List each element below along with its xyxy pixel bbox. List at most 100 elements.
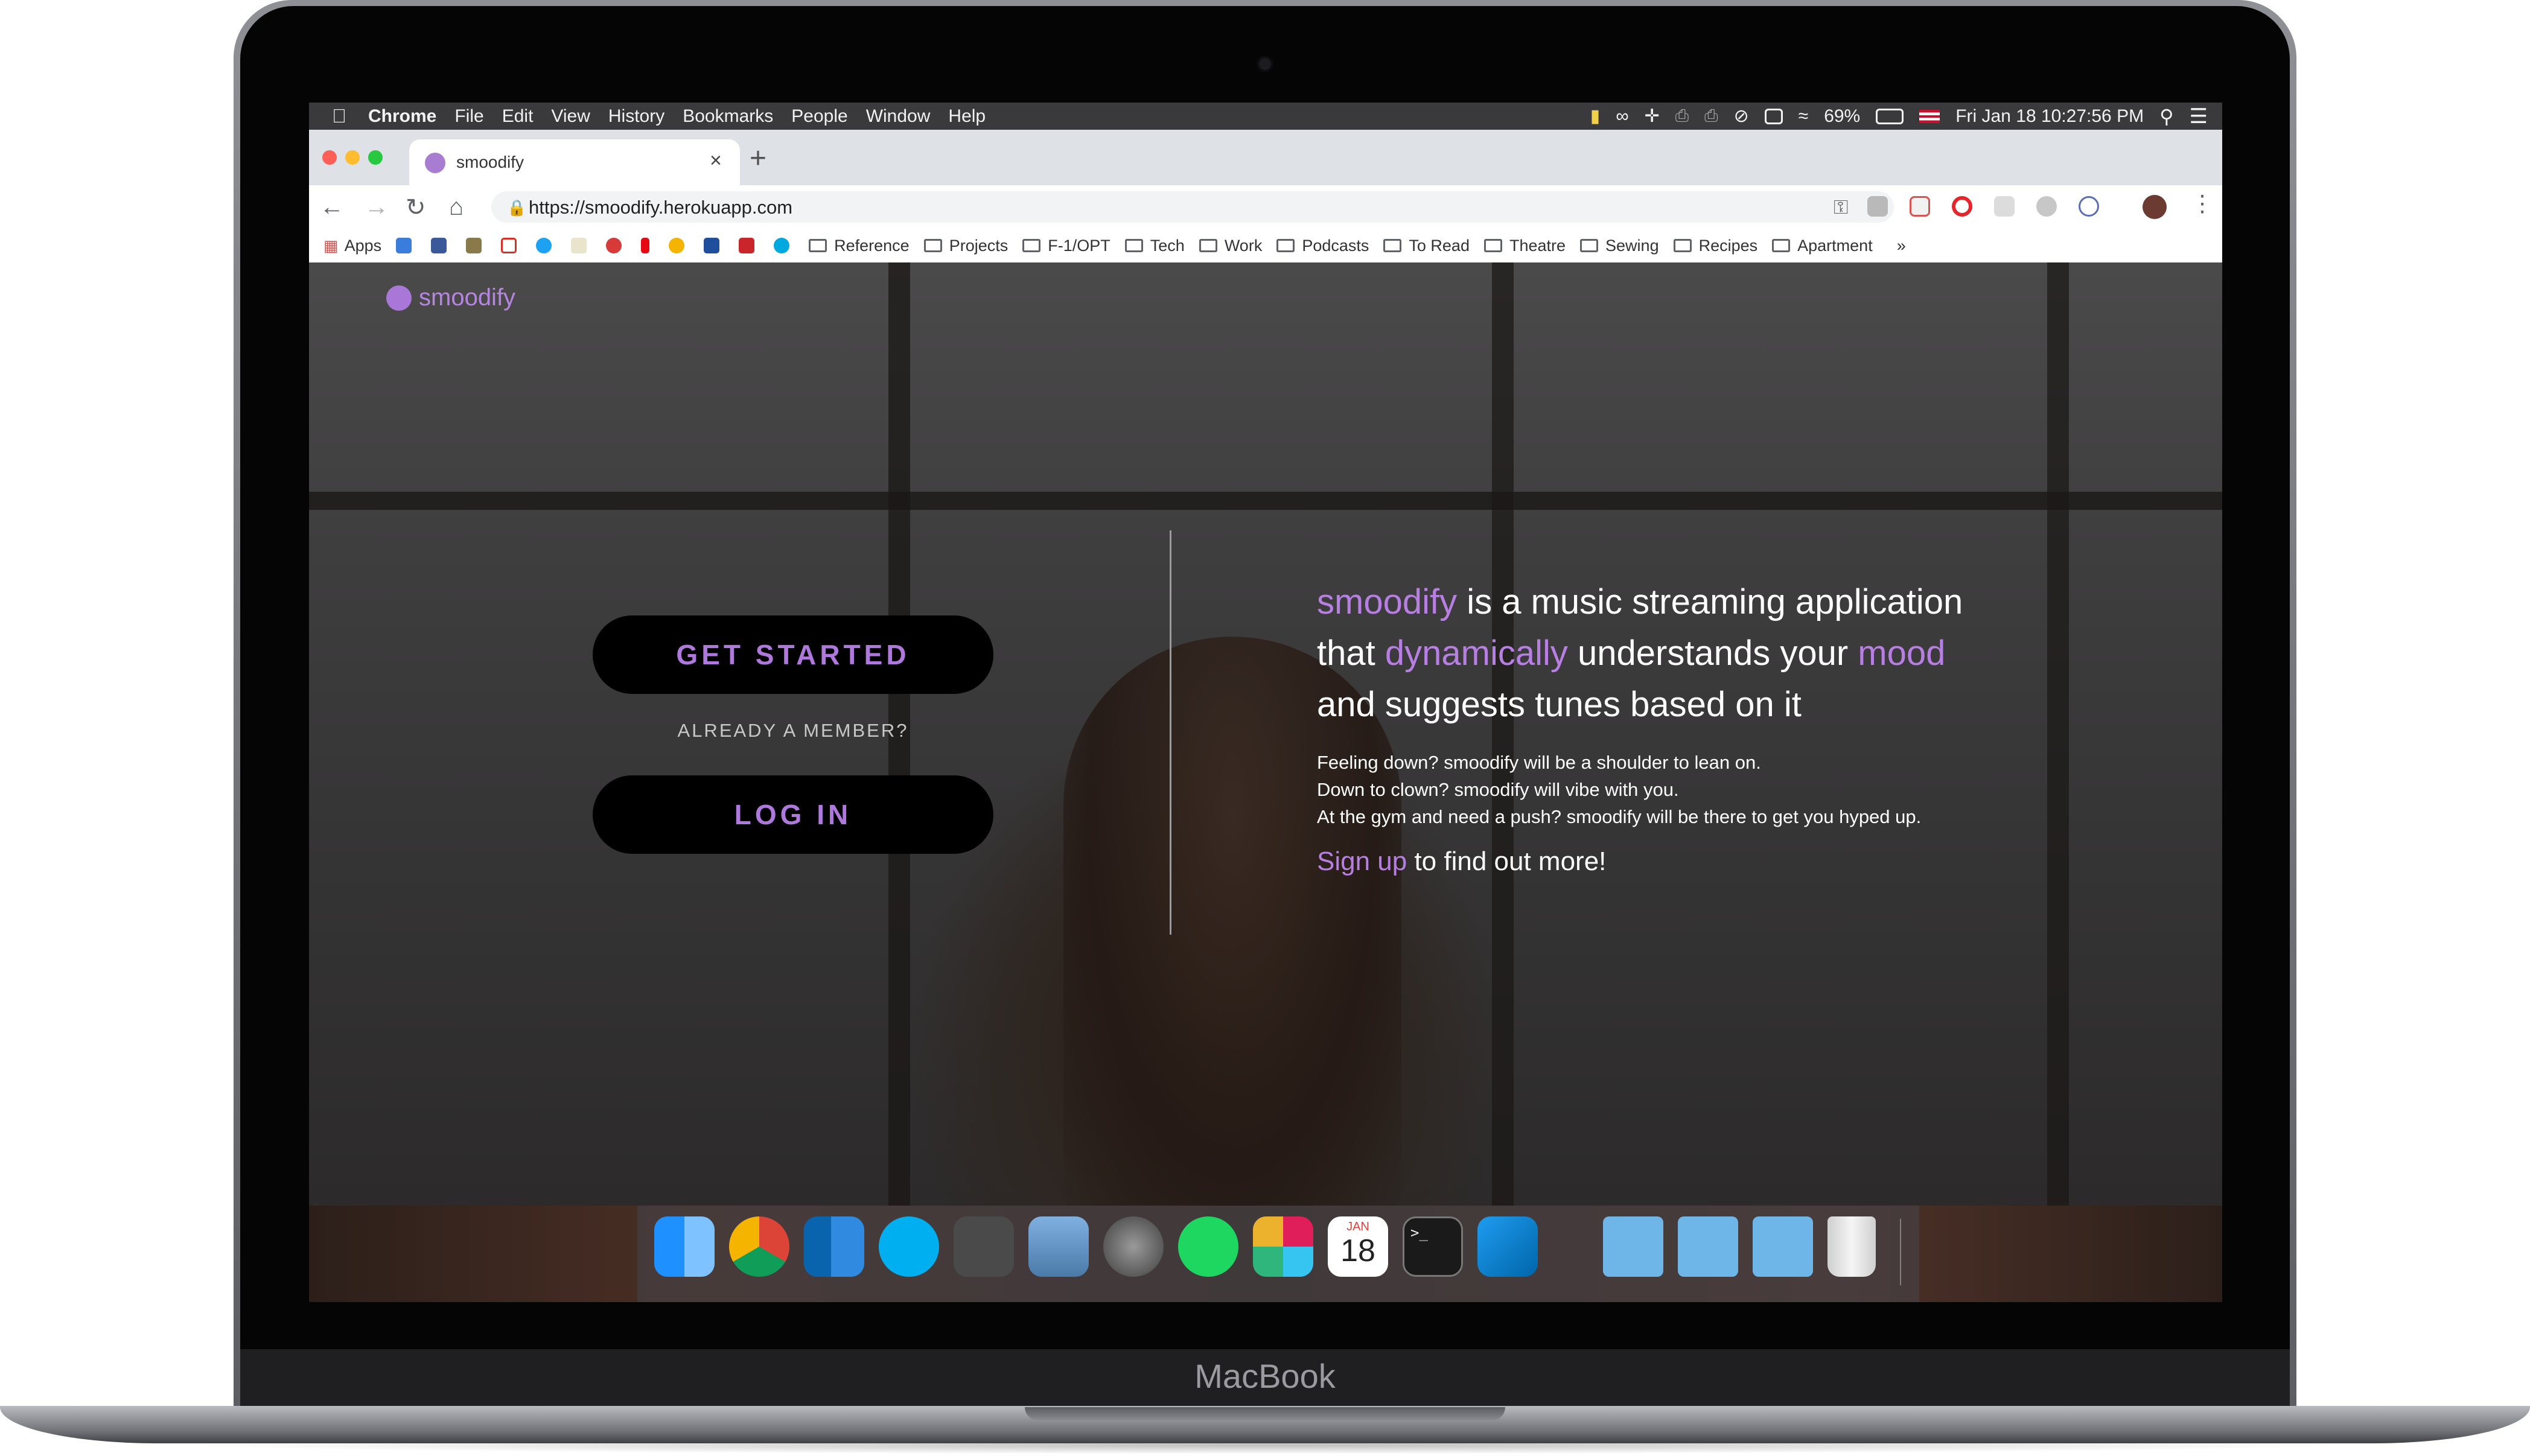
- menu-chrome[interactable]: Chrome: [368, 106, 436, 127]
- menu-kebab-icon[interactable]: ⋮: [2191, 190, 2214, 217]
- extension-icon[interactable]: [2036, 196, 2057, 217]
- opera-icon[interactable]: [1952, 196, 1972, 217]
- vertical-divider: [1170, 530, 1171, 935]
- flag-icon[interactable]: [1919, 109, 1940, 123]
- tab-title: smoodify: [456, 153, 524, 171]
- smoodify-logo-icon[interactable]: [386, 285, 412, 311]
- gmail-icon: [501, 238, 517, 253]
- bookmark-folder-recipes[interactable]: Recipes: [1673, 237, 1757, 255]
- bookmarks-overflow-button[interactable]: »: [1897, 237, 1906, 255]
- search-icon[interactable]: ⚲: [2159, 105, 2173, 128]
- vscode-icon[interactable]: [1477, 1216, 1538, 1277]
- bookmark-download[interactable]: [396, 238, 416, 253]
- applications-folder-icon[interactable]: [1603, 1216, 1663, 1277]
- menu-edit[interactable]: Edit: [502, 106, 534, 127]
- slack-icon[interactable]: [1253, 1216, 1313, 1277]
- menu-window[interactable]: Window: [866, 106, 931, 127]
- airplay-icon[interactable]: [1764, 108, 1783, 124]
- notification-center-icon[interactable]: ☰: [2190, 104, 2208, 129]
- zoom-window-button[interactable]: [368, 150, 383, 165]
- bookmark-folder-podcasts[interactable]: Podcasts: [1276, 237, 1369, 255]
- bookmark-folder-projects[interactable]: Projects: [923, 237, 1008, 255]
- close-window-button[interactable]: [322, 150, 337, 165]
- bookmark-gmail[interactable]: [501, 238, 521, 253]
- menu-view[interactable]: View: [551, 106, 590, 127]
- menu-file[interactable]: File: [454, 106, 483, 127]
- get-started-button[interactable]: GET STARTED: [593, 615, 993, 694]
- extension-icon[interactable]: [1867, 196, 1888, 217]
- trash-icon[interactable]: [1827, 1216, 1876, 1277]
- menu-bar:  Chrome File Edit View History Bookmark…: [309, 103, 2222, 130]
- bookmark-netflix[interactable]: [641, 238, 654, 253]
- extension-icon[interactable]: [1994, 196, 2015, 217]
- shield-icon[interactable]: ▮: [1590, 106, 1601, 127]
- finder-icon[interactable]: [654, 1216, 715, 1277]
- menu-history[interactable]: History: [608, 106, 664, 127]
- bookmark-apps[interactable]: ▦ Apps: [323, 237, 381, 255]
- clock[interactable]: Fri Jan 18 10:27:56 PM: [1955, 106, 2144, 127]
- address-bar[interactable]: 🔒 https://smoodify.herokuapp.com ⚿ ☆: [491, 191, 1894, 223]
- lock-icon[interactable]: 🔒: [507, 199, 526, 217]
- sign-up-link[interactable]: Sign up: [1317, 847, 1407, 876]
- printer-icon[interactable]: ⎙: [1704, 106, 1718, 126]
- bookmark-folder-sewing[interactable]: Sewing: [1580, 237, 1659, 255]
- wifi-icon[interactable]: ≈: [1799, 106, 1808, 127]
- documents-folder-icon[interactable]: [1678, 1216, 1738, 1277]
- back-icon[interactable]: ←: [320, 194, 344, 221]
- bookmark-shield[interactable]: [466, 238, 486, 253]
- battery-icon[interactable]: [1876, 108, 1904, 124]
- tab-smoodify[interactable]: smoodify ×: [409, 139, 740, 185]
- bookmark-folder-f1-opt[interactable]: F-1/OPT: [1022, 237, 1110, 255]
- reload-icon[interactable]: ↻: [406, 194, 426, 221]
- bookmark-att[interactable]: [774, 238, 794, 253]
- do-not-disturb-icon[interactable]: ⊘: [1734, 106, 1749, 127]
- logo-text[interactable]: smoodify: [419, 284, 515, 311]
- terminal-icon[interactable]: >_: [1403, 1216, 1463, 1277]
- bookmark-folder-apartment[interactable]: Apartment: [1772, 237, 1873, 255]
- bookmark-folder-theatre[interactable]: Theatre: [1483, 237, 1566, 255]
- close-icon[interactable]: ×: [710, 149, 722, 173]
- menu-people[interactable]: People: [791, 106, 847, 127]
- calendar-icon[interactable]: JAN 18: [1328, 1216, 1388, 1277]
- creative-cloud-icon[interactable]: ∞: [1616, 106, 1628, 127]
- log-in-button[interactable]: LOG IN: [593, 775, 993, 854]
- bookmark-kanopy[interactable]: [606, 238, 626, 253]
- downloads-folder-icon[interactable]: [1753, 1216, 1813, 1277]
- bookmark-facebook[interactable]: [431, 238, 451, 253]
- bookmark-twitter[interactable]: [536, 238, 556, 253]
- home-icon[interactable]: ⌂: [449, 194, 464, 221]
- forward-icon[interactable]: →: [365, 194, 389, 221]
- sublime-text-icon[interactable]: [954, 1216, 1014, 1277]
- bookmark-folder-tech[interactable]: Tech: [1124, 237, 1185, 255]
- bookmark-folder-reference[interactable]: Reference: [809, 237, 910, 255]
- chrome-icon[interactable]: [729, 1216, 789, 1277]
- key-icon[interactable]: ⚿: [1834, 196, 1848, 219]
- extension-icon[interactable]: [2079, 196, 2099, 217]
- bookmark-folder-to-read[interactable]: To Read: [1383, 237, 1470, 255]
- description-line: At the gym and need a push? smoodify wil…: [1317, 806, 1922, 827]
- bookmark-folder-work[interactable]: Work: [1199, 237, 1262, 255]
- bookmark-m[interactable]: [704, 238, 724, 253]
- calendar-extension-icon[interactable]: [1910, 196, 1930, 217]
- headline: smoodify is a music streaming applicatio…: [1317, 576, 2101, 730]
- printer-icon[interactable]: ⎙: [1675, 106, 1689, 126]
- folder-icon: [1483, 239, 1502, 252]
- spotify-icon[interactable]: [1178, 1216, 1238, 1277]
- avatar[interactable]: [2143, 195, 2167, 219]
- apple-icon[interactable]: : [332, 105, 346, 127]
- bookmark-smiley[interactable]: [669, 238, 689, 253]
- menu-bookmarks[interactable]: Bookmarks: [683, 106, 773, 127]
- folder-icon: [1580, 239, 1599, 252]
- accent-word: mood: [1858, 634, 1946, 673]
- url-text[interactable]: https://smoodify.herokuapp.com: [529, 197, 792, 218]
- bookmark-os[interactable]: [739, 238, 759, 253]
- preview-icon[interactable]: [1028, 1216, 1089, 1277]
- outlook-icon[interactable]: [804, 1216, 864, 1277]
- minimize-window-button[interactable]: [345, 150, 360, 165]
- menu-help[interactable]: Help: [948, 106, 986, 127]
- system-preferences-icon[interactable]: [1103, 1216, 1164, 1277]
- bookmark-goodreads[interactable]: [571, 238, 591, 253]
- pin-icon[interactable]: ✛: [1645, 106, 1660, 127]
- skype-icon[interactable]: [879, 1216, 939, 1277]
- new-tab-button[interactable]: +: [750, 142, 766, 175]
